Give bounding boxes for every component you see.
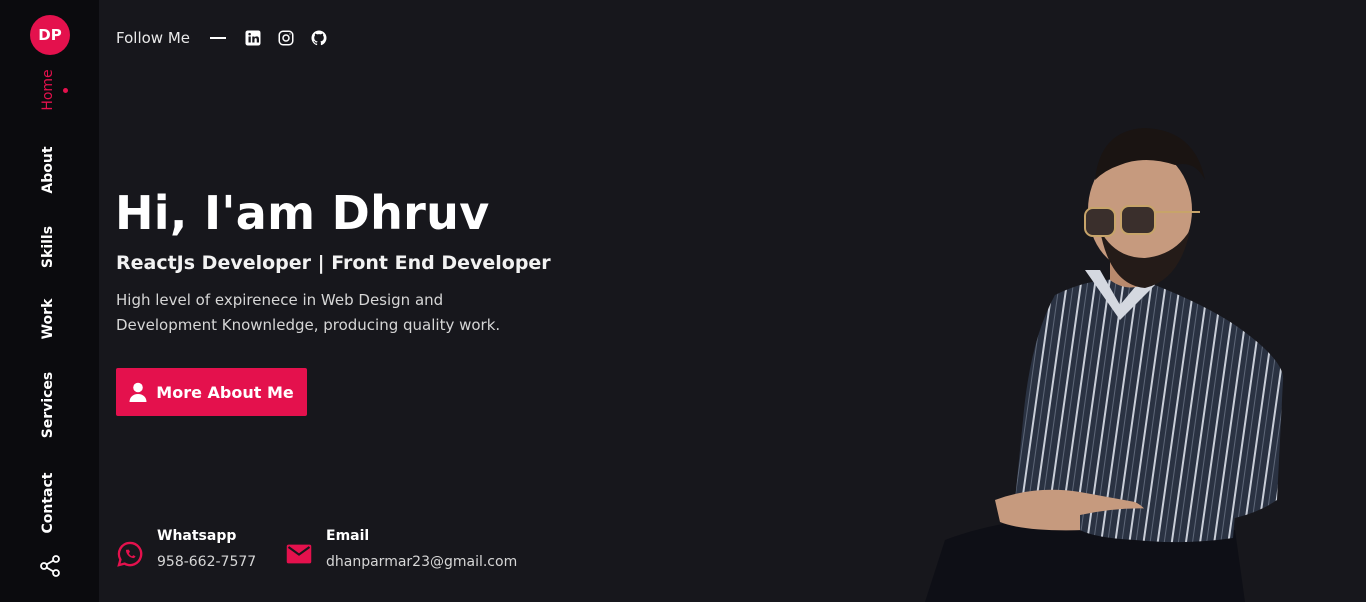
follow-bar: Follow Me xyxy=(116,26,343,50)
email-address[interactable]: dhanparmar23@gmail.com xyxy=(326,554,517,570)
hero-title: Hi, I'am Dhruv xyxy=(115,186,490,240)
linkedin-icon[interactable] xyxy=(244,29,262,47)
instagram-icon[interactable] xyxy=(277,29,295,47)
more-about-me-button[interactable]: More About Me xyxy=(116,368,307,416)
follow-label: Follow Me xyxy=(116,29,190,47)
contact-whatsapp: Whatsapp 958-662-7577 xyxy=(116,528,256,570)
hero-subtitle: ReactJs Developer | Front End Developer xyxy=(116,252,551,274)
hero-description: High level of expirenece in Web Design a… xyxy=(116,291,501,334)
sidebar-nav: DP Home About Skills Work Services Conta… xyxy=(0,0,99,602)
nav-item-about[interactable]: About xyxy=(40,146,56,193)
whatsapp-number[interactable]: 958-662-7577 xyxy=(157,554,256,570)
logo-badge[interactable]: DP xyxy=(30,15,70,55)
github-icon[interactable] xyxy=(310,29,328,47)
email-label: Email xyxy=(326,528,370,544)
nav-item-work[interactable]: Work xyxy=(40,299,56,340)
user-icon xyxy=(129,382,147,402)
profile-photo xyxy=(925,128,1284,602)
whatsapp-icon xyxy=(117,541,143,567)
nav-item-contact[interactable]: Contact xyxy=(40,473,56,534)
mail-icon xyxy=(286,544,312,564)
active-indicator-dot xyxy=(63,88,68,93)
whatsapp-label: Whatsapp xyxy=(157,528,237,544)
contact-email: Email dhanparmar23@gmail.com xyxy=(285,528,517,570)
nav-item-services[interactable]: Services xyxy=(40,372,56,439)
nav-item-home[interactable]: Home xyxy=(40,69,56,110)
nav-item-skills[interactable]: Skills xyxy=(40,226,56,268)
more-about-me-label: More About Me xyxy=(156,382,294,402)
share-icon[interactable] xyxy=(38,554,62,578)
follow-divider xyxy=(210,37,226,39)
